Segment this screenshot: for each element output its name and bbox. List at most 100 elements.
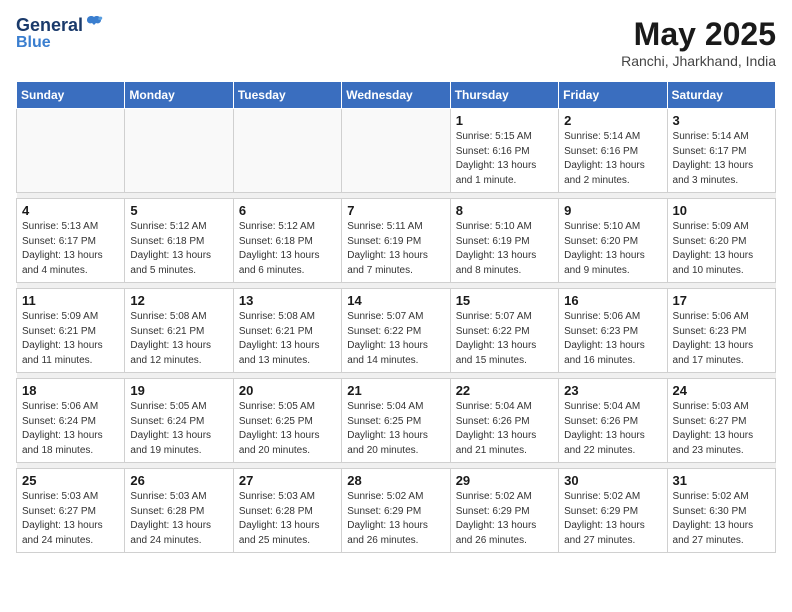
day-number: 10 [673, 203, 770, 218]
day-detail: Sunrise: 5:13 AM Sunset: 6:17 PM Dayligh… [22, 220, 119, 278]
calendar-cell: 31 Sunrise: 5:02 AM Sunset: 6:30 PM Dayli… [667, 469, 775, 553]
day-number: 21 [347, 383, 444, 398]
day-number: 7 [347, 203, 444, 218]
day-detail: Sunrise: 5:07 AM Sunset: 6:22 PM Dayligh… [456, 310, 553, 368]
day-detail: Sunrise: 5:02 AM Sunset: 6:30 PM Dayligh… [673, 490, 770, 548]
day-number: 2 [564, 113, 661, 128]
day-number: 23 [564, 383, 661, 398]
weekday-header-sunday: Sunday [17, 82, 125, 109]
weekday-header-tuesday: Tuesday [233, 82, 341, 109]
day-detail: Sunrise: 5:06 AM Sunset: 6:24 PM Dayligh… [22, 400, 119, 458]
calendar-cell: 24Sunrise: 5:03 AM Sunset: 6:27 PM Dayli… [667, 379, 775, 463]
day-number: 24 [673, 383, 770, 398]
day-number: 1 [456, 113, 553, 128]
day-number: 27 [239, 473, 336, 488]
day-detail: Sunrise: 5:15 AM Sunset: 6:16 PM Dayligh… [456, 130, 553, 188]
day-detail: Sunrise: 5:02 AM Sunset: 6:29 PM Dayligh… [564, 490, 661, 548]
calendar-cell [17, 109, 125, 193]
day-detail: Sunrise: 5:03 AM Sunset: 6:27 PM Dayligh… [22, 490, 119, 548]
calendar-cell: 28 Sunrise: 5:02 AM Sunset: 6:29 PM Dayli… [342, 469, 450, 553]
day-number: 12 [130, 293, 227, 308]
logo: General Blue [16, 16, 103, 51]
day-detail: Sunrise: 5:02 AM Sunset: 6:29 PM Dayligh… [456, 490, 553, 548]
calendar-cell: 1 Sunrise: 5:15 AM Sunset: 6:16 PM Daylig… [450, 109, 558, 193]
calendar-week-row: 1 Sunrise: 5:15 AM Sunset: 6:16 PM Daylig… [17, 109, 776, 193]
calendar-cell: 23 Sunrise: 5:04 AM Sunset: 6:26 PM Dayli… [559, 379, 667, 463]
day-number: 31 [673, 473, 770, 488]
weekday-header-monday: Monday [125, 82, 233, 109]
day-number: 15 [456, 293, 553, 308]
calendar-cell: 8Sunrise: 5:10 AM Sunset: 6:19 PM Daylig… [450, 199, 558, 283]
day-detail: Sunrise: 5:03 AM Sunset: 6:28 PM Dayligh… [130, 490, 227, 548]
calendar-cell: 15 Sunrise: 5:07 AM Sunset: 6:22 PM Dayli… [450, 289, 558, 373]
calendar-week-row: 18Sunrise: 5:06 AM Sunset: 6:24 PM Dayli… [17, 379, 776, 463]
weekday-header-saturday: Saturday [667, 82, 775, 109]
day-number: 8 [456, 203, 553, 218]
day-number: 28 [347, 473, 444, 488]
day-detail: Sunrise: 5:04 AM Sunset: 6:26 PM Dayligh… [456, 400, 553, 458]
calendar-cell: 22 Sunrise: 5:04 AM Sunset: 6:26 PM Dayli… [450, 379, 558, 463]
location: Ranchi, Jharkhand, India [621, 53, 776, 69]
day-detail: Sunrise: 5:12 AM Sunset: 6:18 PM Dayligh… [130, 220, 227, 278]
weekday-header-row: SundayMondayTuesdayWednesdayThursdayFrid… [17, 82, 776, 109]
calendar-cell: 27 Sunrise: 5:03 AM Sunset: 6:28 PM Dayli… [233, 469, 341, 553]
day-detail: Sunrise: 5:14 AM Sunset: 6:16 PM Dayligh… [564, 130, 661, 188]
day-detail: Sunrise: 5:06 AM Sunset: 6:23 PM Dayligh… [673, 310, 770, 368]
calendar-cell: 21 Sunrise: 5:04 AM Sunset: 6:25 PM Dayli… [342, 379, 450, 463]
calendar-cell: 29 Sunrise: 5:02 AM Sunset: 6:29 PM Dayli… [450, 469, 558, 553]
day-detail: Sunrise: 5:08 AM Sunset: 6:21 PM Dayligh… [239, 310, 336, 368]
calendar-cell: 25 Sunrise: 5:03 AM Sunset: 6:27 PM Dayli… [17, 469, 125, 553]
day-detail: Sunrise: 5:10 AM Sunset: 6:20 PM Dayligh… [564, 220, 661, 278]
day-detail: Sunrise: 5:08 AM Sunset: 6:21 PM Dayligh… [130, 310, 227, 368]
calendar-cell: 3Sunrise: 5:14 AM Sunset: 6:17 PM Daylig… [667, 109, 775, 193]
calendar-cell: 4 Sunrise: 5:13 AM Sunset: 6:17 PM Daylig… [17, 199, 125, 283]
day-number: 5 [130, 203, 227, 218]
calendar-week-row: 4 Sunrise: 5:13 AM Sunset: 6:17 PM Daylig… [17, 199, 776, 283]
day-number: 29 [456, 473, 553, 488]
weekday-header-wednesday: Wednesday [342, 82, 450, 109]
day-number: 25 [22, 473, 119, 488]
calendar-cell: 16 Sunrise: 5:06 AM Sunset: 6:23 PM Dayli… [559, 289, 667, 373]
day-detail: Sunrise: 5:11 AM Sunset: 6:19 PM Dayligh… [347, 220, 444, 278]
calendar-cell: 12 Sunrise: 5:08 AM Sunset: 6:21 PM Dayli… [125, 289, 233, 373]
calendar-cell: 6Sunrise: 5:12 AM Sunset: 6:18 PM Daylig… [233, 199, 341, 283]
day-detail: Sunrise: 5:09 AM Sunset: 6:20 PM Dayligh… [673, 220, 770, 278]
weekday-header-thursday: Thursday [450, 82, 558, 109]
calendar-table: SundayMondayTuesdayWednesdayThursdayFrid… [16, 81, 776, 553]
day-detail: Sunrise: 5:07 AM Sunset: 6:22 PM Dayligh… [347, 310, 444, 368]
logo-blue: Blue [16, 34, 51, 52]
day-number: 14 [347, 293, 444, 308]
day-detail: Sunrise: 5:04 AM Sunset: 6:25 PM Dayligh… [347, 400, 444, 458]
calendar-cell: 14 Sunrise: 5:07 AM Sunset: 6:22 PM Dayli… [342, 289, 450, 373]
day-number: 11 [22, 293, 119, 308]
calendar-week-row: 25 Sunrise: 5:03 AM Sunset: 6:27 PM Dayli… [17, 469, 776, 553]
day-number: 22 [456, 383, 553, 398]
day-number: 4 [22, 203, 119, 218]
calendar-cell: 20Sunrise: 5:05 AM Sunset: 6:25 PM Dayli… [233, 379, 341, 463]
day-number: 26 [130, 473, 227, 488]
calendar-cell [125, 109, 233, 193]
calendar-cell: 9 Sunrise: 5:10 AM Sunset: 6:20 PM Daylig… [559, 199, 667, 283]
calendar-cell: 13Sunrise: 5:08 AM Sunset: 6:21 PM Dayli… [233, 289, 341, 373]
day-detail: Sunrise: 5:03 AM Sunset: 6:28 PM Dayligh… [239, 490, 336, 548]
calendar-cell: 2 Sunrise: 5:14 AM Sunset: 6:16 PM Daylig… [559, 109, 667, 193]
calendar-cell: 17 Sunrise: 5:06 AM Sunset: 6:23 PM Dayli… [667, 289, 775, 373]
day-detail: Sunrise: 5:09 AM Sunset: 6:21 PM Dayligh… [22, 310, 119, 368]
day-number: 17 [673, 293, 770, 308]
day-detail: Sunrise: 5:06 AM Sunset: 6:23 PM Dayligh… [564, 310, 661, 368]
day-number: 19 [130, 383, 227, 398]
calendar-cell: 7 Sunrise: 5:11 AM Sunset: 6:19 PM Daylig… [342, 199, 450, 283]
calendar-cell [233, 109, 341, 193]
month-title: May 2025 [621, 16, 776, 53]
calendar-cell: 5 Sunrise: 5:12 AM Sunset: 6:18 PM Daylig… [125, 199, 233, 283]
calendar-cell: 18Sunrise: 5:06 AM Sunset: 6:24 PM Dayli… [17, 379, 125, 463]
day-detail: Sunrise: 5:12 AM Sunset: 6:18 PM Dayligh… [239, 220, 336, 278]
day-detail: Sunrise: 5:02 AM Sunset: 6:29 PM Dayligh… [347, 490, 444, 548]
day-number: 16 [564, 293, 661, 308]
day-number: 3 [673, 113, 770, 128]
title-section: May 2025 Ranchi, Jharkhand, India [621, 16, 776, 69]
day-detail: Sunrise: 5:04 AM Sunset: 6:26 PM Dayligh… [564, 400, 661, 458]
day-number: 20 [239, 383, 336, 398]
day-number: 30 [564, 473, 661, 488]
day-number: 9 [564, 203, 661, 218]
